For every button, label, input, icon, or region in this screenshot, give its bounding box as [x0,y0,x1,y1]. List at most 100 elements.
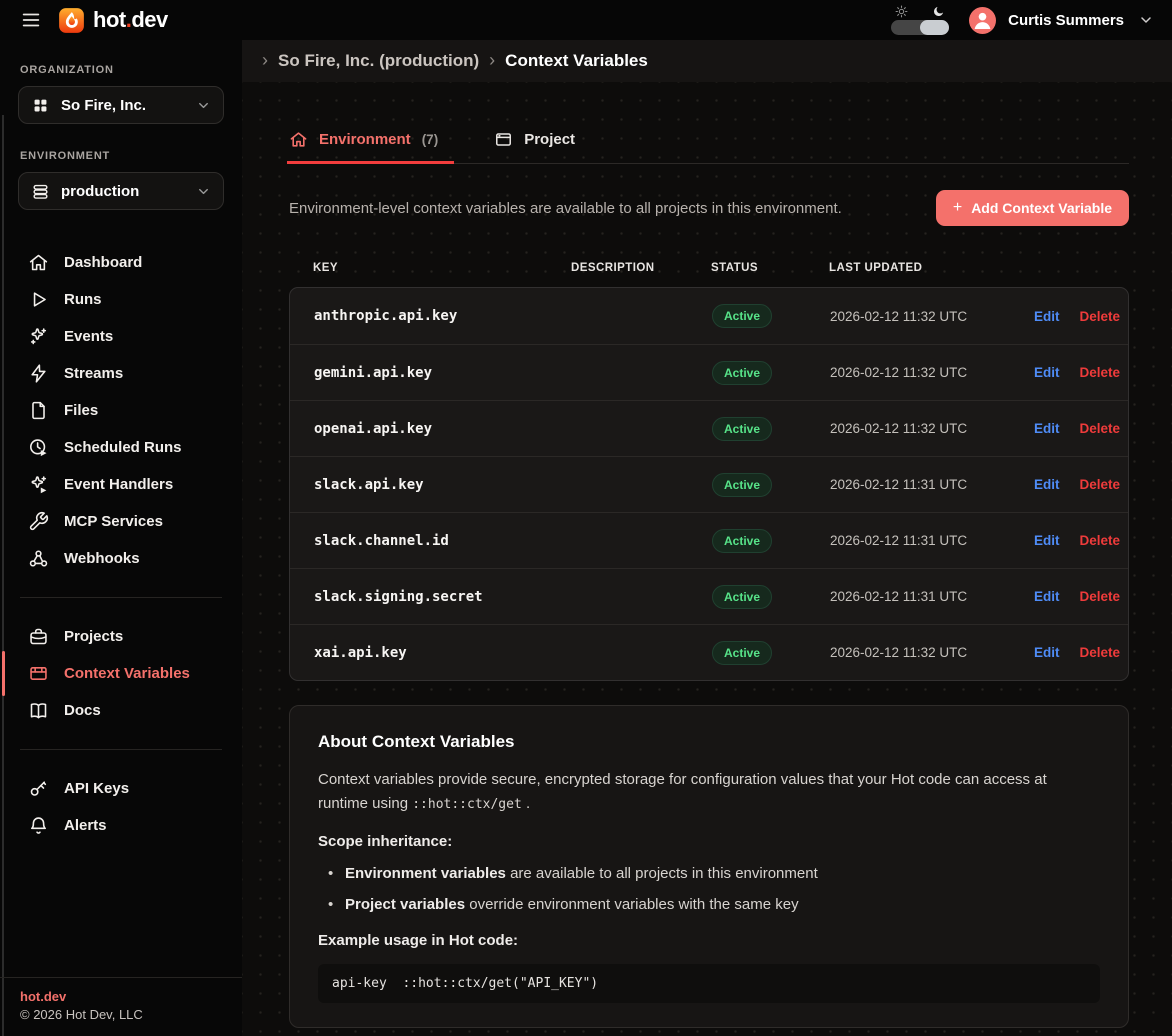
delete-link[interactable]: Delete [1080,533,1121,548]
row-actions: Edit Delete [1034,477,1120,492]
sidebar-footer: hot.dev © 2026 Hot Dev, LLC [0,977,242,1036]
moon-icon [932,5,945,18]
sidebar-item-docs[interactable]: Docs [0,692,242,729]
topbar-left: hot.dev [20,7,168,34]
table-row: slack.channel.idActive2026-02-12 11:31 U… [290,512,1128,568]
sparkles-icon [28,326,49,347]
main-area: › So Fire, Inc. (production) › Context V… [242,40,1172,1036]
tab-project[interactable]: Project [494,130,575,163]
sidebar: ORGANIZATION So Fire, Inc. ENVIRONMENT p… [0,40,242,1036]
row-actions: Edit Delete [1034,309,1120,324]
delete-link[interactable]: Delete [1080,589,1121,604]
edit-link[interactable]: Edit [1034,533,1060,548]
edit-link[interactable]: Edit [1034,589,1060,604]
column-last-updated: LAST UPDATED [829,262,1033,274]
breadcrumb-item-environment[interactable]: So Fire, Inc. (production) [278,51,479,71]
window-icon [494,130,513,149]
add-context-variable-button[interactable]: + Add Context Variable [936,190,1129,226]
sidebar-item-files[interactable]: Files [0,392,242,429]
wrench-icon [28,511,49,532]
table-row: anthropic.api.keyActive2026-02-12 11:32 … [290,288,1128,344]
cell-key: slack.signing.secret [314,589,572,605]
status-badge: Active [712,304,772,328]
example-heading: Example usage in Hot code: [318,932,1100,949]
delete-link[interactable]: Delete [1080,309,1121,324]
status-badge: Active [712,585,772,609]
table-row: slack.signing.secretActive2026-02-12 11:… [290,568,1128,624]
topbar-right: Curtis Summers [891,5,1154,35]
row-actions: Edit Delete [1034,421,1120,436]
sidebar-nav: Dashboard Runs Events Streams Files Scheduled… [0,244,242,844]
organization-value: So Fire, Inc. [61,97,185,114]
theme-switch[interactable] [891,20,949,35]
theme-toggle[interactable] [891,5,949,35]
sidebar-item-webhooks[interactable]: Webhooks [0,540,242,577]
sidebar-item-scheduled-runs[interactable]: Scheduled Runs [0,429,242,466]
user-avatar[interactable] [969,7,996,34]
sidebar-item-streams[interactable]: Streams [0,355,242,392]
row-actions: Edit Delete [1034,365,1120,380]
table-row: xai.api.keyActive2026-02-12 11:32 UTCEdi… [290,624,1128,680]
edit-link[interactable]: Edit [1034,477,1060,492]
chevron-down-icon[interactable] [1138,12,1154,28]
sidebar-item-mcp-services[interactable]: MCP Services [0,503,242,540]
key-icon [28,778,49,799]
edit-link[interactable]: Edit [1034,421,1060,436]
delete-link[interactable]: Delete [1080,421,1121,436]
inline-code: ::hot::ctx/get [412,797,522,812]
file-icon [28,400,49,421]
chevron-right-icon: › [262,51,268,69]
sidebar-item-alerts[interactable]: Alerts [0,807,242,844]
edit-link[interactable]: Edit [1034,645,1060,660]
chevron-down-icon [196,98,211,113]
org-grid-icon [31,96,50,115]
sidebar-item-events[interactable]: Events [0,318,242,355]
sidebar-item-dashboard[interactable]: Dashboard [0,244,242,281]
sidebar-item-label: Context Variables [64,665,190,682]
about-intro: Context variables provide secure, encryp… [318,768,1100,817]
theme-switch-knob [920,20,949,35]
organization-select[interactable]: So Fire, Inc. [18,86,224,124]
environment-select[interactable]: production [18,172,224,210]
zap-icon [28,363,49,384]
row-actions: Edit Delete [1034,645,1120,660]
sidebar-item-label: Scheduled Runs [64,439,182,456]
row-actions: Edit Delete [1034,533,1120,548]
play-icon [28,289,49,310]
column-description: DESCRIPTION [571,262,711,274]
sidebar-item-api-keys[interactable]: API Keys [0,770,242,807]
breadcrumb: › So Fire, Inc. (production) › Context V… [242,40,1172,82]
delete-link[interactable]: Delete [1080,365,1121,380]
sidebar-item-label: Streams [64,365,123,382]
cell-key: openai.api.key [314,421,572,437]
tab-environment[interactable]: Environment (7) [289,130,438,163]
sidebar-item-label: Events [64,328,113,345]
delete-link[interactable]: Delete [1080,477,1121,492]
cell-key: gemini.api.key [314,365,572,381]
nav-section-account: API KeysAlerts [0,770,242,844]
sidebar-item-label: Runs [64,291,102,308]
home-icon [28,252,49,273]
cell-last-updated: 2026-02-12 11:32 UTC [830,309,1034,324]
scope-list: Environment variables are available to a… [318,863,1100,917]
main-content: Environment (7) Project Environment-leve… [242,82,1172,1036]
edit-link[interactable]: Edit [1034,309,1060,324]
breadcrumb-item-current: Context Variables [505,51,648,71]
sidebar-item-event-handlers[interactable]: Event Handlers [0,466,242,503]
scope-heading: Scope inheritance: [318,833,1100,850]
sidebar-item-context-variables[interactable]: Context Variables [0,655,242,692]
column-status: STATUS [711,262,829,274]
brand-logo[interactable]: hot.dev [58,7,168,34]
about-title: About Context Variables [318,732,1100,752]
footer-brand[interactable]: hot.dev [20,989,222,1004]
user-name[interactable]: Curtis Summers [1008,12,1124,29]
table-row: openai.api.keyActive2026-02-12 11:32 UTC… [290,400,1128,456]
table-icon [28,663,49,684]
menu-icon[interactable] [20,9,42,31]
sidebar-item-projects[interactable]: Projects [0,618,242,655]
footer-copyright: © 2026 Hot Dev, LLC [20,1007,222,1022]
delete-link[interactable]: Delete [1080,645,1121,660]
sidebar-item-runs[interactable]: Runs [0,281,242,318]
edit-link[interactable]: Edit [1034,365,1060,380]
table-row: gemini.api.keyActive2026-02-12 11:32 UTC… [290,344,1128,400]
